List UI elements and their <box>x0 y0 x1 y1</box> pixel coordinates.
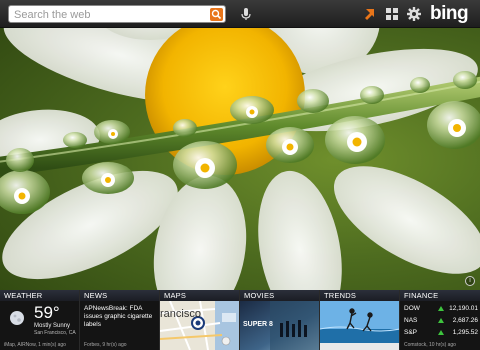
gear-icon[interactable] <box>406 6 422 22</box>
map-city-label: rancisco <box>160 308 201 320</box>
image-info-icon[interactable]: i <box>465 276 475 286</box>
finance-source: Comstock, 10 hr(s) ago <box>404 342 456 348</box>
weather-source: iMap, AIRNow, 1 min(s) ago <box>4 342 66 348</box>
microphone-icon[interactable] <box>238 6 254 22</box>
background-photo <box>0 0 480 290</box>
tiles-bar: WEATHER 59° Mostly Sunny San Francisco, … <box>0 290 480 350</box>
movies-tile-header: MOVIES <box>240 290 319 301</box>
weather-condition: Mostly Sunny <box>34 323 71 329</box>
news-headline: APNewsBreak: FDA issues graphic cigarett… <box>84 305 153 328</box>
weather-location: San Francisco, CA <box>34 330 76 336</box>
finance-index-value: 1,295.52 <box>452 329 478 336</box>
finance-index-name: S&P <box>404 329 418 336</box>
grid-icon[interactable] <box>384 6 400 22</box>
news-tile[interactable]: NEWS APNewsBreak: FDA issues graphic cig… <box>80 290 160 350</box>
movie-title: SUPER 8 <box>243 321 273 328</box>
finance-index-name: NAS <box>404 317 418 324</box>
up-arrow-icon <box>438 306 444 311</box>
search-box[interactable] <box>8 5 226 23</box>
search-icon <box>211 9 222 20</box>
trends-tile-header: TRENDS <box>320 290 399 301</box>
finance-tile-header: FINANCE <box>400 290 480 301</box>
maps-tile-header: MAPS <box>160 290 239 301</box>
bing-logo[interactable]: bing <box>430 3 469 25</box>
finance-index-name: DOW <box>404 305 420 312</box>
moon-icon <box>10 311 24 325</box>
weather-tile[interactable]: WEATHER 59° Mostly Sunny San Francisco, … <box>0 290 80 350</box>
movies-tile[interactable]: MOVIES SUPER 8 <box>240 290 320 350</box>
up-arrow-icon <box>438 330 444 335</box>
search-input[interactable] <box>14 7 204 22</box>
location-arrow-icon[interactable] <box>362 6 378 22</box>
weather-temperature: 59° <box>34 303 60 322</box>
news-source: Forbes, 9 hr(s) ago <box>84 342 127 348</box>
news-tile-header: NEWS <box>80 290 159 301</box>
trends-tile[interactable]: TRENDS <box>320 290 400 350</box>
maps-tile[interactable]: MAPS rancisco <box>160 290 240 350</box>
search-button[interactable] <box>210 8 223 21</box>
top-bar: bing <box>0 0 480 28</box>
finance-index-value: 12,190.01 <box>449 305 478 312</box>
daisy-dew-image <box>0 0 480 290</box>
weather-tile-header: WEATHER <box>0 290 79 301</box>
finance-tile[interactable]: FINANCE DOW 12,190.01 NAS 2,687.26 S&P 1… <box>400 290 480 350</box>
up-arrow-icon <box>438 318 444 323</box>
finance-index-value: 2,687.26 <box>452 317 478 324</box>
trends-image <box>320 301 399 350</box>
